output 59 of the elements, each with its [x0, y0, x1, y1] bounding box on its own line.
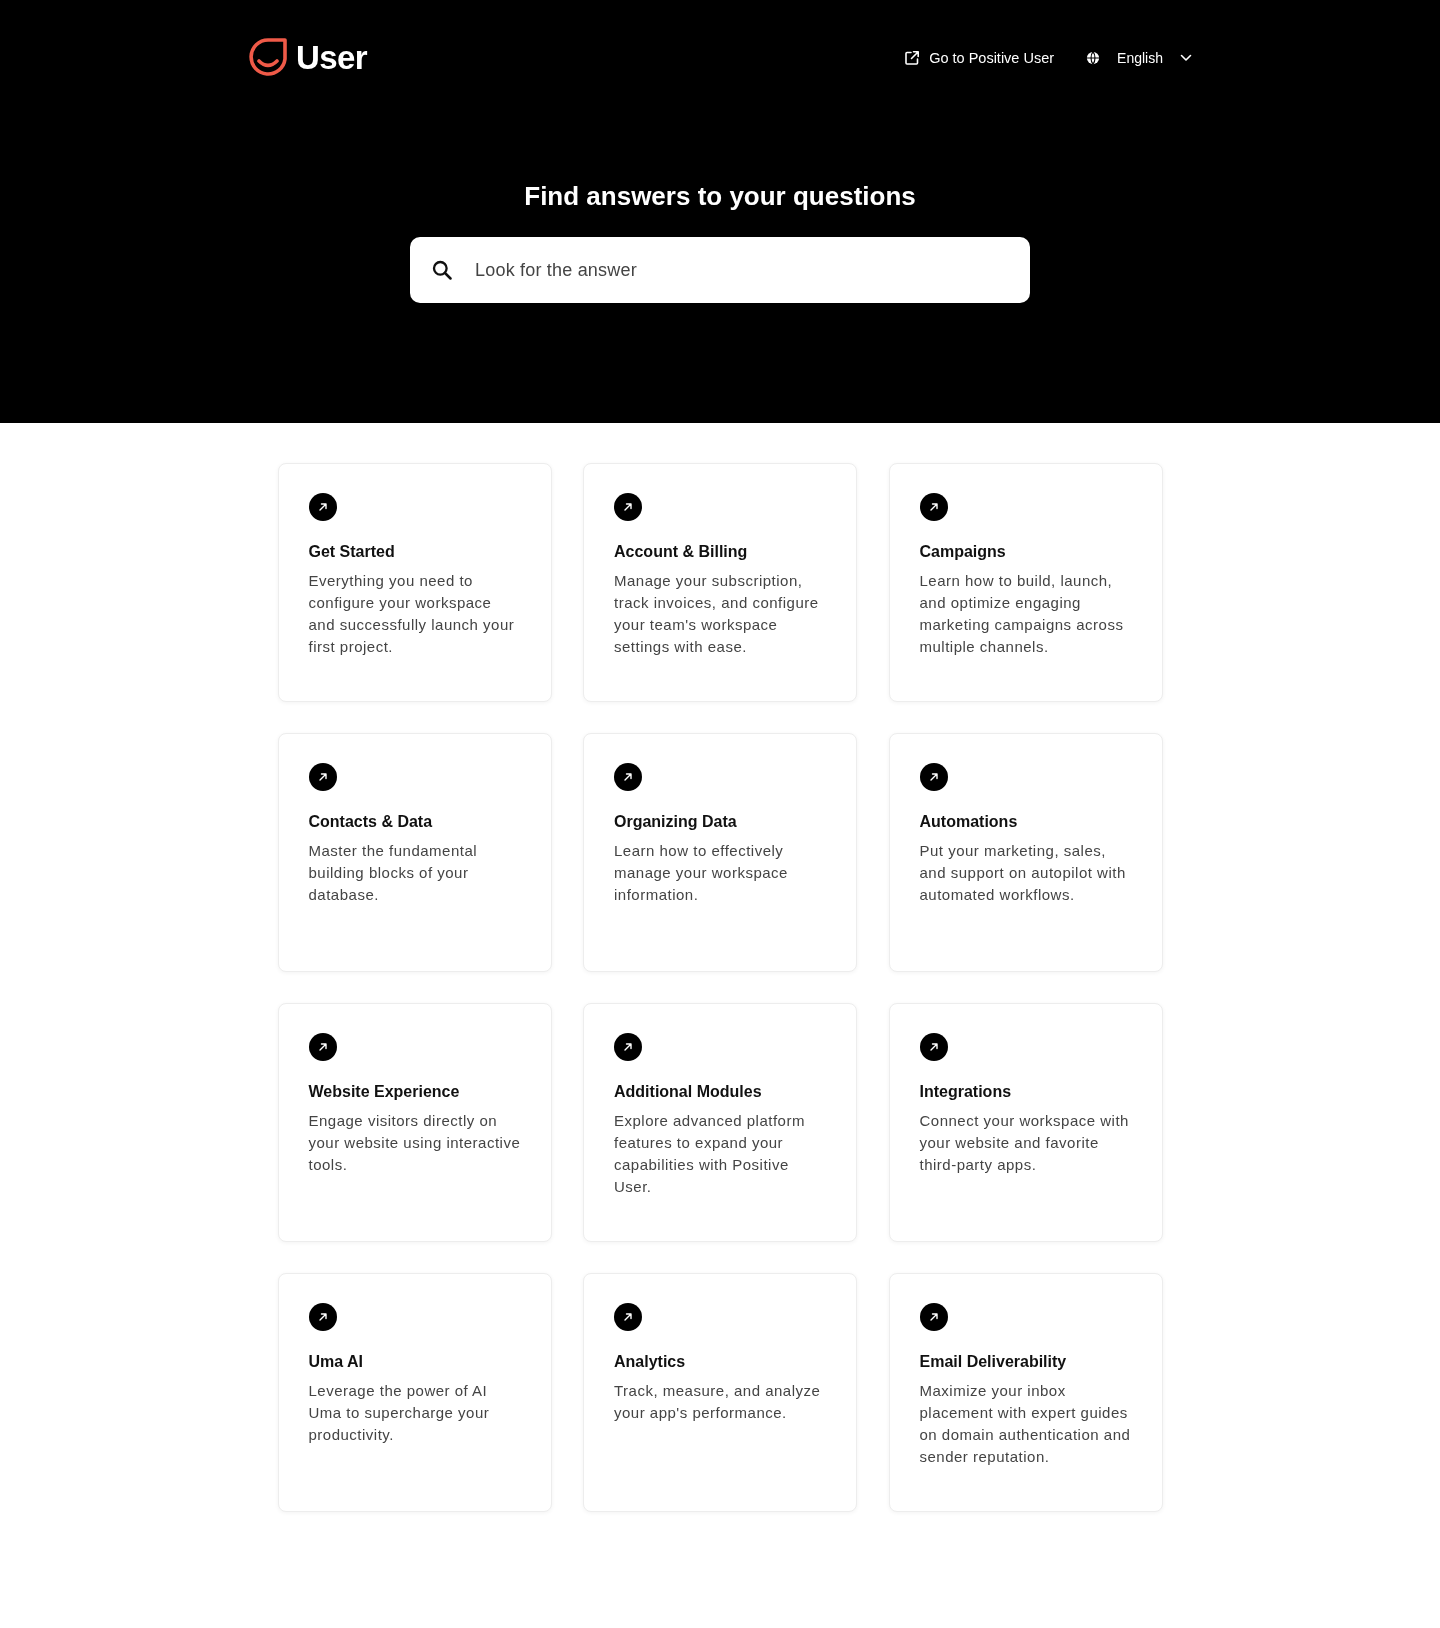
- category-title: Account & Billing: [614, 542, 748, 562]
- arrow-up-right-icon: [308, 493, 337, 521]
- category-card[interactable]: Additional Modules Explore advanced platform features to expand your capabilities with Positive User.: [583, 1003, 857, 1242]
- page-heading: Find answers to your questions: [524, 180, 916, 212]
- category-title: Automations: [919, 812, 1018, 832]
- logo-link[interactable]: User: [248, 37, 367, 79]
- category-card[interactable]: Organizing Data Learn how to effectively manage your workspace information.: [583, 733, 857, 972]
- arrow-up-right-icon: [919, 493, 948, 521]
- category-title: Get Started: [308, 542, 395, 562]
- category-description: Put your marketing, sales, and support on autopilot with automated workflows.: [919, 841, 1127, 905]
- category-card[interactable]: Analytics Track, measure, and analyze your app's performance.: [583, 1273, 857, 1512]
- category-title: Integrations: [919, 1082, 1012, 1102]
- category-title: Organizing Data: [614, 812, 737, 832]
- category-title: Website Experience: [308, 1082, 460, 1102]
- category-title: Uma AI: [308, 1352, 364, 1372]
- category-description: Engage visitors directly on your website using interactive tools.: [308, 1111, 522, 1175]
- arrow-up-right-icon: [614, 493, 642, 521]
- category-card[interactable]: Integrations Connect your workspace with your website and favorite third-party apps.: [888, 1003, 1163, 1242]
- chevron-down-icon: [1180, 54, 1192, 62]
- category-title: Email Deliverability: [919, 1352, 1067, 1372]
- arrow-up-right-icon: [308, 1033, 337, 1061]
- category-card[interactable]: Email Deliverability Maximize your inbox placement with expert guides on domain authentication and sender reputation.: [888, 1273, 1163, 1512]
- category-description: Explore advanced platform features to expand your capabilities with Positive User.: [614, 1111, 806, 1197]
- category-description: Manage your subscription, track invoices, and configure your team's workspace settings with ease.: [614, 571, 820, 657]
- search-icon: [432, 260, 452, 280]
- category-title: Campaigns: [919, 542, 1006, 562]
- arrow-up-right-icon: [919, 1033, 948, 1061]
- category-card[interactable]: Get Started Everything you need to configure your workspace and successfully launch your first project.: [277, 463, 552, 702]
- logo-text: User: [296, 38, 367, 78]
- category-card[interactable]: Account & Billing Manage your subscription, track invoices, and configure your team's workspace settings with ease.: [583, 463, 857, 702]
- arrow-up-right-icon: [919, 763, 948, 791]
- search-field[interactable]: Look for the answer: [410, 237, 1030, 303]
- smile-drop-logo-icon: [248, 37, 288, 79]
- category-title: Contacts & Data: [308, 812, 433, 832]
- category-description: Connect your workspace with your website and favorite third-party apps.: [919, 1111, 1130, 1175]
- arrow-up-right-icon: [308, 763, 337, 791]
- external-link[interactable]: Go to Positive User: [904, 48, 1055, 68]
- arrow-up-right-icon: [919, 1303, 948, 1331]
- category-description: Everything you need to configure your workspace and successfully launch your first project.: [308, 571, 516, 657]
- category-card[interactable]: Website Experience Engage visitors directly on your website using interactive tools.: [277, 1003, 552, 1242]
- language-selector[interactable]: English: [1086, 48, 1192, 68]
- category-card[interactable]: Uma AI Leverage the power of AI Uma to supercharge your productivity.: [277, 1273, 552, 1512]
- category-title: Analytics: [614, 1352, 686, 1372]
- category-description: Master the fundamental building blocks of your database.: [308, 841, 479, 905]
- category-description: Track, measure, and analyze your app's performance.: [614, 1381, 822, 1423]
- arrow-up-right-icon: [308, 1303, 337, 1331]
- category-description: Leverage the power of AI Uma to supercharge your productivity.: [308, 1381, 491, 1445]
- external-link-icon: [904, 50, 921, 66]
- category-title: Additional Modules: [614, 1082, 762, 1102]
- category-card[interactable]: Campaigns Learn how to build, launch, and optimize engaging marketing campaigns across multiple channels.: [888, 463, 1163, 702]
- arrow-up-right-icon: [614, 1033, 642, 1061]
- arrow-up-right-icon: [614, 763, 642, 791]
- category-description: Learn how to build, launch, and optimize engaging marketing campaigns across multiple channels.: [919, 571, 1125, 657]
- globe-icon: [1086, 51, 1101, 65]
- category-card[interactable]: Automations Put your marketing, sales, and support on autopilot with automated workflows.: [888, 733, 1163, 972]
- category-description: Maximize your inbox placement with expert guides on domain authentication and sender reputation.: [919, 1381, 1132, 1467]
- arrow-up-right-icon: [614, 1303, 642, 1331]
- category-description: Learn how to effectively manage your workspace information.: [614, 841, 789, 905]
- category-card[interactable]: Contacts & Data Master the fundamental building blocks of your database.: [277, 733, 552, 972]
